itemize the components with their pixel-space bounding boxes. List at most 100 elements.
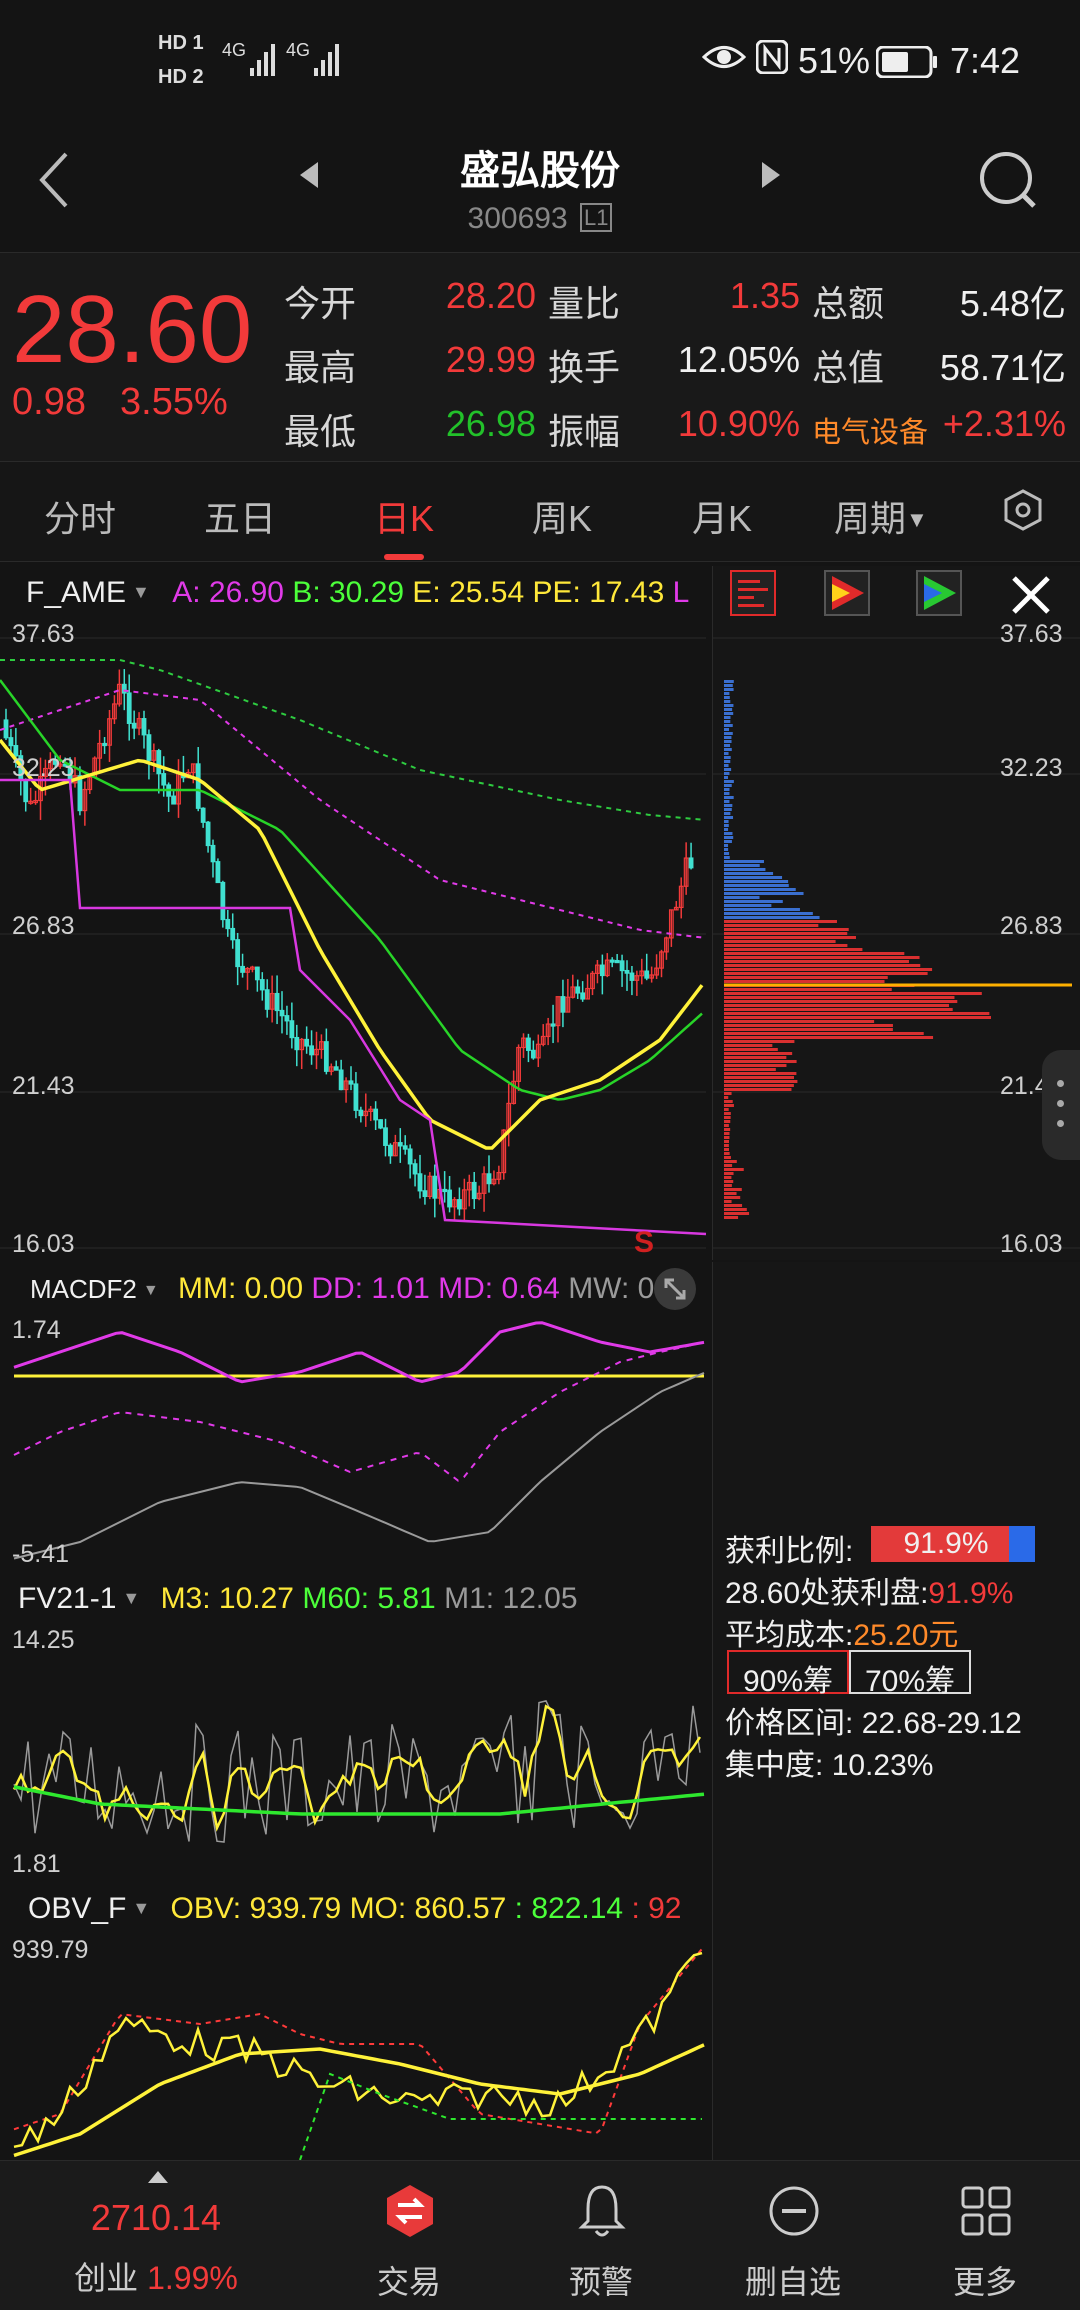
nfc-icon: [755, 39, 789, 79]
macd-selector[interactable]: MACDF2: [30, 1274, 137, 1304]
chip-list-icon[interactable]: [730, 570, 776, 621]
fv-m60: M60: 5.81: [302, 1582, 436, 1615]
tab-intraday[interactable]: 分时: [44, 490, 116, 542]
chip-bar: [724, 1012, 990, 1015]
candle-body: [240, 965, 245, 973]
obv-line: [13, 1951, 703, 2149]
main-indicator-selector[interactable]: F_AME: [26, 576, 126, 609]
chevron-down-icon: ▼: [122, 1588, 141, 1608]
chip-bar: [724, 876, 783, 879]
candle-body: [624, 969, 630, 974]
candle-body: [397, 1142, 403, 1147]
candle-body: [526, 1037, 531, 1051]
chip-bar: [724, 940, 836, 943]
chip-bar: [724, 760, 731, 763]
chip-bar: [724, 1028, 893, 1031]
candle-body: [378, 1119, 383, 1129]
chip-bar: [724, 856, 730, 859]
obv-mo: MO: 860.57: [349, 1892, 507, 1925]
chip-bar: [724, 988, 892, 991]
chip-bar: [724, 872, 774, 875]
chip-90-button[interactable]: 90%筹: [727, 1650, 849, 1698]
chip-bar: [724, 916, 820, 919]
chip-bar: [724, 1132, 730, 1135]
chip-bar: [724, 1124, 729, 1127]
close-icon[interactable]: [1010, 574, 1052, 621]
eye-icon: [701, 42, 747, 77]
nav-remove-watchlist[interactable]: 删自选: [698, 2161, 888, 2310]
fv-chart[interactable]: [0, 1624, 710, 1878]
settings-hexagon-icon[interactable]: [1002, 488, 1044, 537]
candle-body: [230, 927, 236, 941]
tab-monthly-k[interactable]: 月K: [692, 490, 752, 542]
ame-a: A: 26.90: [172, 576, 284, 609]
price-change: 0.98: [12, 381, 86, 423]
obv-value: OBV: 939.79: [170, 1892, 342, 1925]
next-stock-button[interactable]: [758, 160, 782, 195]
chip-stats-panel: 获利比例: 91.9% 28.60处获利盘:91.9% 平均成本:25.20元 …: [712, 1262, 1080, 2160]
candle-body: [550, 1023, 556, 1027]
macd-dd-line: [13, 1321, 705, 1384]
macd-md-line: [13, 1341, 705, 1482]
chip-bar: [724, 768, 732, 771]
grid-icon: [961, 2186, 1011, 2236]
candle-body: [353, 1083, 359, 1111]
at-price-label: 28.60处获利盘:: [725, 1577, 929, 1610]
chip-bar: [724, 952, 905, 955]
macd-dd: DD: 1.01: [311, 1272, 430, 1305]
candle-body: [412, 1163, 418, 1175]
chip-flag-green-icon[interactable]: [916, 570, 962, 621]
index-expand-icon[interactable]: [148, 2169, 168, 2188]
stock-code: 300693: [467, 202, 568, 235]
clock: 7:42: [950, 40, 1021, 81]
side-drawer-handle[interactable]: [1042, 1050, 1080, 1160]
main-y-label-3: 26.83: [12, 912, 75, 940]
tab-period-dropdown[interactable]: 周期▼: [834, 490, 928, 542]
sector-change: +2.31%: [942, 403, 1066, 444]
candle-body: [284, 1015, 290, 1022]
index-value[interactable]: 2710.14: [0, 2197, 312, 2239]
fv-selector[interactable]: FV21-1: [18, 1582, 116, 1615]
tab-five-day[interactable]: 五日: [204, 490, 276, 542]
obv-chart[interactable]: [0, 1934, 710, 2160]
candle-body: [619, 960, 625, 972]
value-open: 28.20: [445, 275, 536, 316]
chip-bar: [724, 1032, 924, 1035]
price-range-label: 价格区间:: [725, 1707, 854, 1740]
minus-circle-icon: [769, 2186, 819, 2236]
chip-70-button[interactable]: 70%筹: [849, 1650, 971, 1698]
chip-flag-red-icon[interactable]: [824, 570, 870, 621]
chip-bar: [724, 844, 729, 847]
tab-daily-k[interactable]: 日K: [374, 490, 434, 542]
candle-body: [289, 1020, 295, 1039]
bottom-nav: 2710.14 创业 1.99% 交易 预警 删自选 更多: [0, 2160, 1080, 2310]
chip-bar: [724, 1000, 958, 1003]
obv-selector[interactable]: OBV_F: [28, 1892, 126, 1925]
ame-pe: PE: 17.43: [532, 576, 665, 609]
label-turnover-amount: 总额: [812, 283, 885, 324]
chip-bar: [724, 724, 733, 727]
chip-bar: [724, 1040, 795, 1043]
candle-body: [348, 1080, 354, 1085]
nav-alert[interactable]: 预警: [506, 2161, 696, 2310]
search-icon[interactable]: [976, 148, 1040, 217]
candle-body: [530, 1049, 536, 1059]
expand-icon[interactable]: [654, 1268, 696, 1310]
nav-trade[interactable]: 交易: [314, 2161, 504, 2310]
nav-more[interactable]: 更多: [890, 2161, 1080, 2310]
chip-bar: [724, 800, 730, 803]
chip-bar: [724, 744, 731, 747]
chip-bar: [724, 1200, 732, 1203]
chip-bar: [724, 736, 732, 739]
chip-bar: [724, 732, 733, 735]
chip-70-label: 70%筹: [864, 1665, 956, 1698]
sector-link[interactable]: 电气设备: [812, 409, 928, 451]
candlestick-chart[interactable]: [0, 620, 710, 1260]
candle-body: [309, 1045, 314, 1056]
chip-bar: [724, 1180, 734, 1183]
tab-weekly-k[interactable]: 周K: [532, 490, 592, 542]
chip-bar: [724, 712, 734, 715]
fv-header: FV21-1 ▼ M3: 10.27 M60: 5.81 M1: 12.05: [18, 1582, 578, 1616]
macd-chart[interactable]: [0, 1312, 710, 1568]
chip-bar: [724, 1148, 730, 1151]
